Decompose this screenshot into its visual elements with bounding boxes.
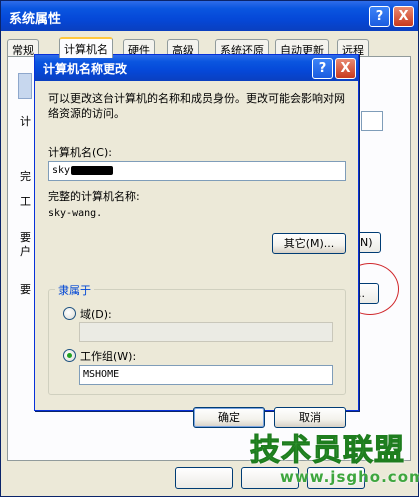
computer-icon <box>18 73 32 99</box>
close-button[interactable]: X <box>393 6 414 27</box>
computer-name-label: 计算机名(C): <box>48 146 112 159</box>
workgroup-label: 工作组(W): <box>80 350 137 363</box>
dialog-close-button[interactable]: X <box>335 58 356 79</box>
workgroup-input[interactable]: MSHOME <box>79 365 333 385</box>
back-ok-button[interactable] <box>175 467 233 489</box>
radio-selected-dot <box>67 353 72 358</box>
system-properties-title: 系统属性 <box>9 12 62 27</box>
full-name-value: sky-wang. <box>48 208 103 219</box>
peek-label-1: 计 <box>20 115 31 128</box>
computer-name-changes-dialog: 计算机名称更改 ? X 可以更改这台计算机的名称和成员身份。更改可能会影响对网络… <box>34 54 359 428</box>
computer-name-value: sky <box>52 165 71 176</box>
domain-label: 域(D): <box>80 308 112 321</box>
workgroup-radio[interactable] <box>63 349 76 362</box>
domain-input[interactable] <box>79 322 333 342</box>
help-button[interactable]: ? <box>369 6 390 27</box>
peek-label-2: 完 <box>20 170 31 183</box>
domain-radio[interactable] <box>63 307 76 320</box>
dialog-description: 可以更改这台计算机的名称和成员身份。更改可能会影响对网络资源的访问。 <box>48 92 345 120</box>
dialog-body: 可以更改这台计算机的名称和成员身份。更改可能会影响对网络资源的访问。 计算机名(… <box>35 81 358 428</box>
dialog-help-button[interactable]: ? <box>312 58 333 79</box>
member-of-label: 隶属于 <box>55 282 94 298</box>
dialog-title: 计算机名称更改 <box>43 62 128 76</box>
full-name-label: 完整的计算机名称: <box>48 190 140 203</box>
network-id-button[interactable]: N) <box>357 232 381 253</box>
peek-label-3: 工 <box>20 195 31 208</box>
watermark-url: www.jsgho.com <box>280 468 419 486</box>
computer-name-input[interactable]: sky <box>48 161 346 181</box>
back-description-field[interactable] <box>361 111 383 131</box>
watermark-brand: 技术员联盟 <box>250 433 405 469</box>
peek-label-5: 户 <box>20 245 31 258</box>
more-button[interactable]: 其它(M)... <box>272 233 346 254</box>
peek-label-6: 要 <box>20 283 31 296</box>
redacted-mark <box>71 165 114 175</box>
tab-computer-name[interactable]: 计算机名 <box>59 37 113 58</box>
dialog-titlebar[interactable]: 计算机名称更改 ? X <box>35 55 358 81</box>
system-properties-titlebar[interactable]: 系统属性 ? X <box>1 1 418 31</box>
